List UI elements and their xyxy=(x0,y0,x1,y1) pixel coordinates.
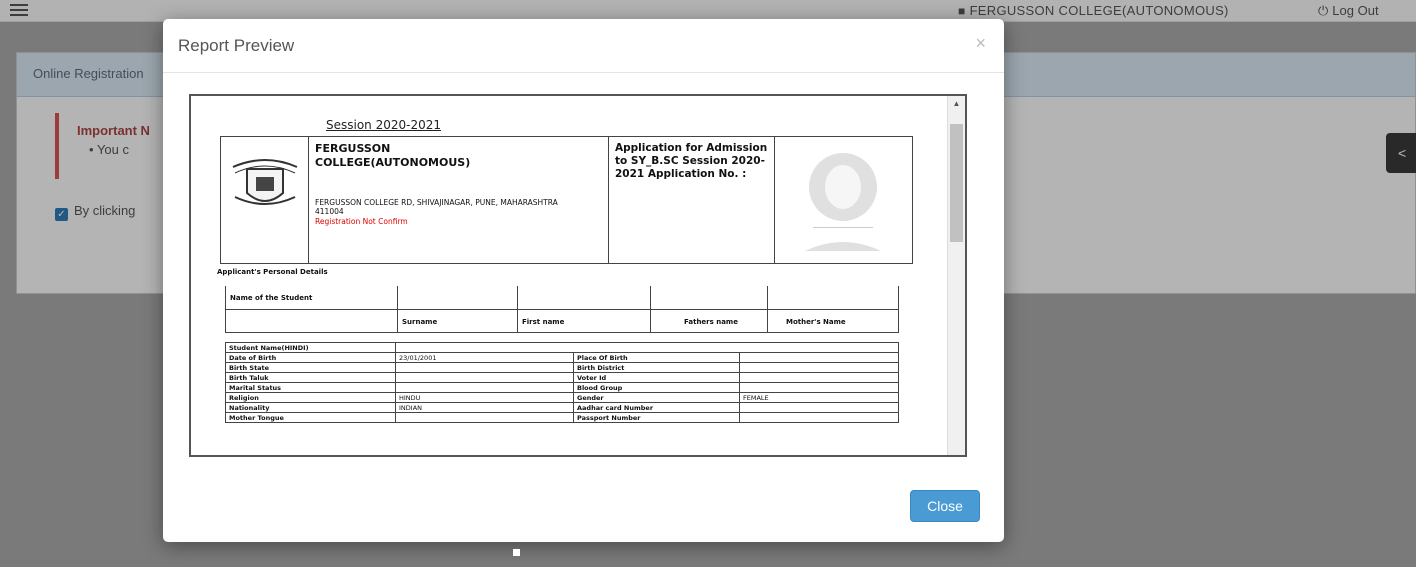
report-frame[interactable]: Session 2020-2021 FERGUSSON COLLEGE(AUTO… xyxy=(189,94,967,457)
table-row: Birth Taluk Voter Id xyxy=(225,372,899,383)
first-name-col: First name xyxy=(522,318,565,326)
scroll-up-icon[interactable]: ▲ xyxy=(948,96,965,112)
photo-placeholder-icon xyxy=(805,153,881,251)
fathers-name-col: Fathers name xyxy=(684,318,738,326)
modal-header: Report Preview × xyxy=(163,19,1004,73)
table-row: Student Name(HINDI) xyxy=(225,342,899,353)
modal-title: Report Preview xyxy=(178,36,295,55)
logo-cell xyxy=(221,137,309,263)
close-icon[interactable]: × xyxy=(975,33,986,54)
table-row: Date of Birth 23/01/2001 Place Of Birth xyxy=(225,352,899,363)
college-logo-icon xyxy=(232,159,298,205)
name-label: Name of the Student xyxy=(230,294,313,302)
student-name-hindi-label: Student Name(HINDI) xyxy=(225,342,396,353)
close-button[interactable]: Close xyxy=(910,490,980,522)
college-info-cell: FERGUSSON COLLEGE(AUTONOMOUS) FERGUSSON … xyxy=(309,137,609,263)
college-name: FERGUSSON COLLEGE(AUTONOMOUS) xyxy=(315,142,471,169)
student-name-table: Name of the Student Surname First name F… xyxy=(225,286,899,333)
pagination-dot[interactable] xyxy=(513,549,520,556)
college-address: FERGUSSON COLLEGE RD, SHIVAJINAGAR, PUNE… xyxy=(315,198,558,216)
application-for: Application for Admission to SY_B.SC Ses… xyxy=(615,142,768,180)
table-row: Religion HINDU Gender FEMALE xyxy=(225,392,899,403)
mothers-name-col: Mother's Name xyxy=(786,318,846,326)
table-row: Birth State Birth District xyxy=(225,362,899,373)
session-heading: Session 2020-2021 xyxy=(326,118,442,132)
photo-cell xyxy=(775,137,914,263)
report-preview-modal: Report Preview × Session 2020-2021 FERGU… xyxy=(163,19,1004,542)
application-cell: Application for Admission to SY_B.SC Ses… xyxy=(609,137,775,263)
scroll-thumb[interactable] xyxy=(950,124,963,242)
personal-details-label: Applicant's Personal Details xyxy=(217,268,328,276)
report-header-table: FERGUSSON COLLEGE(AUTONOMOUS) FERGUSSON … xyxy=(220,136,913,264)
table-row: Mother Tongue Passport Number xyxy=(225,412,899,423)
registration-status: Registration Not Confirm xyxy=(315,217,408,226)
surname-col: Surname xyxy=(402,318,438,326)
table-row: Nationality INDIAN Aadhar card Number xyxy=(225,402,899,413)
personal-details-table: Student Name(HINDI) Date of Birth 23/01/2… xyxy=(225,342,899,423)
table-row: Marital Status Blood Group xyxy=(225,382,899,393)
report-scrollbar[interactable]: ▲ xyxy=(947,96,965,455)
